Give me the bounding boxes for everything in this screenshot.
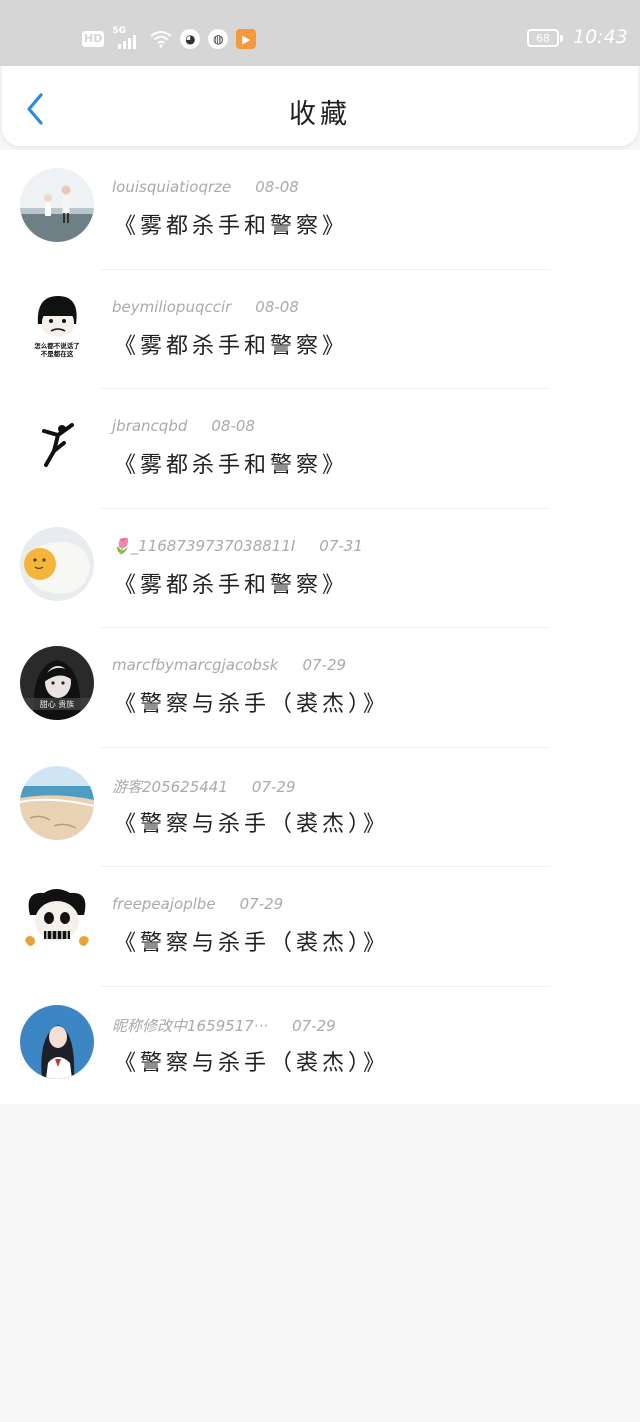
date: 08-08 bbox=[255, 178, 299, 196]
favorites-list: louisquiatioqrze 08-08 《雾都杀手和警察》 怎么都不说话了 … bbox=[0, 150, 640, 1104]
item-meta: louisquiatioqrze 08-08 bbox=[112, 178, 299, 196]
avatar[interactable]: 甜心 贵族 bbox=[20, 646, 94, 720]
avatar[interactable] bbox=[20, 168, 94, 242]
item-meta: beymiliopuqccir 08-08 bbox=[112, 298, 299, 316]
item-meta: 游客205625441 07-29 bbox=[112, 776, 296, 797]
status-icons: HD 5G ◕ ◍ ▶ bbox=[82, 26, 257, 51]
username: 🌷_1168739737038811I bbox=[112, 536, 296, 555]
date: 07-29 bbox=[251, 777, 296, 796]
list-item[interactable]: jbrancqbd 08-08 《雾都杀手和警察》 bbox=[0, 389, 640, 509]
avatar[interactable] bbox=[20, 1004, 94, 1079]
username: marcfbymarcgjacobsk bbox=[112, 656, 279, 674]
book-title[interactable]: 《警察与杀手（裘杰）》 bbox=[114, 806, 389, 838]
avatar[interactable] bbox=[20, 526, 94, 601]
item-meta: 🌷_1168739737038811I 07-31 bbox=[112, 537, 363, 555]
username: beymiliopuqccir bbox=[112, 297, 232, 316]
list-item[interactable]: 🌷_1168739737038811I 07-31 《雾都杀手和警察》 bbox=[0, 509, 640, 628]
avatar[interactable] bbox=[20, 765, 94, 840]
wifi-icon bbox=[150, 31, 172, 48]
book-title[interactable]: 《雾都杀手和警察》 bbox=[114, 567, 348, 599]
username: 游客205625441 bbox=[112, 777, 228, 796]
date: 08-08 bbox=[211, 417, 255, 435]
username: jbrancqbd bbox=[112, 417, 188, 435]
video-app-icon: ▶ bbox=[236, 29, 257, 49]
username: freepeajoplbe bbox=[112, 895, 216, 913]
username: 昵称修改中1659517··· bbox=[112, 1016, 269, 1035]
clock: 10:43 bbox=[573, 26, 628, 48]
book-title[interactable]: 《警察与杀手（裘杰）》 bbox=[114, 1045, 389, 1077]
list-item[interactable]: 游客205625441 07-29 《警察与杀手（裘杰）》 bbox=[0, 748, 640, 867]
book-title[interactable]: 《警察与杀手（裘杰）》 bbox=[114, 686, 389, 718]
svg-text:不是都在这: 不是都在这 bbox=[41, 349, 74, 358]
item-meta: jbrancqbd 08-08 bbox=[112, 417, 255, 435]
item-meta: 昵称修改中1659517··· 07-29 bbox=[112, 1015, 336, 1036]
avatar[interactable] bbox=[20, 407, 94, 481]
battery-icon: 68 bbox=[527, 29, 563, 47]
svg-text:甜心 贵族: 甜心 贵族 bbox=[40, 699, 75, 709]
list-item[interactable]: 怎么都不说话了 不是都在这 beymiliopuqccir 08-08 《雾都杀手… bbox=[0, 270, 640, 389]
item-meta: marcfbymarcgjacobsk 07-29 bbox=[112, 656, 346, 674]
hd-icon: HD bbox=[82, 31, 105, 47]
book-title[interactable]: 《雾都杀手和警察》 bbox=[114, 447, 348, 479]
item-meta: freepeajoplbe 07-29 bbox=[112, 895, 283, 913]
date: 07-31 bbox=[319, 536, 363, 555]
username: louisquiatioqrze bbox=[112, 178, 232, 196]
header: 收藏 bbox=[2, 66, 638, 146]
book-title[interactable]: 《雾都杀手和警察》 bbox=[114, 328, 348, 360]
avatar[interactable]: 怎么都不说话了 不是都在这 bbox=[20, 287, 94, 362]
status-bar: HD 5G ◕ ◍ ▶ 68 10:43 bbox=[0, 0, 640, 66]
signal-icon: 5G bbox=[112, 26, 142, 49]
browser-app-icon: ◍ bbox=[208, 29, 229, 49]
page-title: 收藏 bbox=[289, 99, 351, 130]
panda-app-icon: ◕ bbox=[180, 29, 201, 49]
date: 07-29 bbox=[302, 656, 347, 674]
avatar[interactable] bbox=[20, 885, 94, 959]
date: 07-29 bbox=[239, 895, 284, 913]
list-item[interactable]: 甜心 贵族 marcfbymarcgjacobsk 07-29 《警察与杀手（裘杰… bbox=[0, 628, 640, 748]
battery-level: 68 bbox=[536, 31, 550, 45]
book-title[interactable]: 《警察与杀手（裘杰）》 bbox=[114, 925, 389, 957]
svg-text:怎么都不说话了: 怎么都不说话了 bbox=[34, 341, 80, 350]
list-item[interactable]: louisquiatioqrze 08-08 《雾都杀手和警察》 bbox=[0, 150, 640, 270]
book-title[interactable]: 《雾都杀手和警察》 bbox=[114, 208, 348, 240]
date: 08-08 bbox=[255, 297, 299, 316]
list-item[interactable]: freepeajoplbe 07-29 《警察与杀手（裘杰）》 bbox=[0, 867, 640, 987]
list-item[interactable]: 昵称修改中1659517··· 07-29 《警察与杀手（裘杰）》 bbox=[0, 987, 640, 1107]
date: 07-29 bbox=[292, 1016, 336, 1035]
